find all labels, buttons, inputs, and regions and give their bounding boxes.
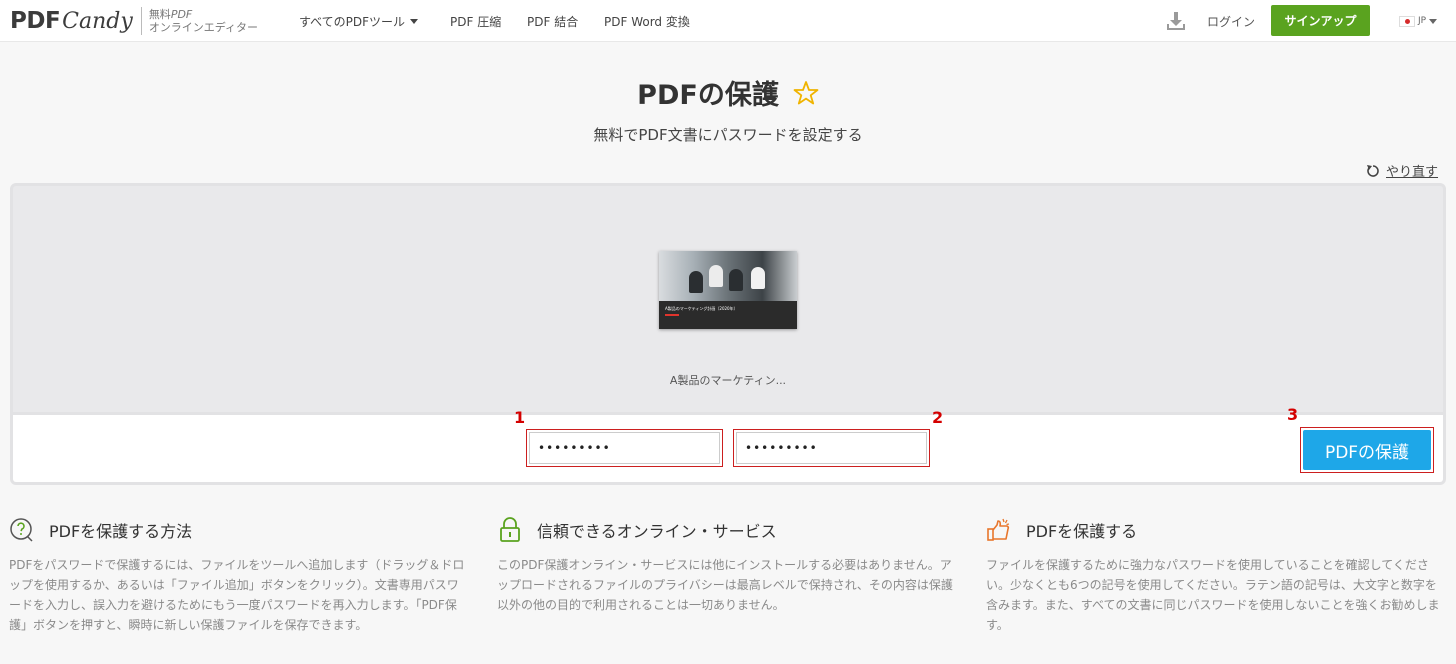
- pdfcandy-logo[interactable]: PDF Candy 無料PDF オンラインエディター: [10, 4, 258, 38]
- page-title: PDFの保護: [637, 80, 779, 111]
- question-bubble-icon: [10, 518, 33, 542]
- info-protect-pdf: PDFを保護する ファイルを保護するために強力なパスワードを使用していることを確…: [986, 514, 1446, 635]
- file-workspace: A製品のマーケティング計画（2020年） A製品のマーケティン... •••••…: [10, 183, 1446, 485]
- password-confirm-input[interactable]: •••••••••: [736, 432, 927, 464]
- thumbnail-accent-bar: [665, 314, 679, 316]
- caret-down-icon: [410, 18, 419, 24]
- page-title-row: PDFの保護: [0, 73, 1456, 112]
- password-field-highlight: •••••••••: [526, 429, 723, 467]
- info-title: 信頼できるオンライン・サービス: [537, 522, 777, 541]
- logo-tagline-free: 無料: [148, 8, 171, 21]
- step-marker-2: 2: [932, 408, 944, 427]
- step-marker-3: 3: [1287, 405, 1299, 424]
- password-panel: ••••••••• ••••••••• PDFの保護: [13, 412, 1443, 482]
- star-icon[interactable]: [793, 80, 819, 106]
- step-marker-1: 1: [514, 408, 526, 427]
- thumbnail-photo: [659, 251, 797, 301]
- redo-link[interactable]: やり直す: [1366, 161, 1438, 180]
- info-header: 信頼できるオンライン・サービス: [497, 514, 957, 546]
- thumbs-up-icon: [987, 518, 1010, 541]
- thumbnail-figure: [729, 269, 743, 291]
- language-code: JP: [1418, 16, 1427, 26]
- info-header: PDFを保護する: [986, 514, 1446, 546]
- info-trusted-service: 信頼できるオンライン・サービス このPDF保護オンライン・サービスには他にインス…: [497, 514, 957, 615]
- info-title: PDFを保護する: [1026, 522, 1138, 541]
- logo-divider: [140, 7, 142, 35]
- file-name: A製品のマーケティン...: [669, 374, 787, 387]
- logo-tagline: 無料PDF オンラインエディター: [149, 8, 258, 34]
- top-navigation-bar: PDF Candy 無料PDF オンラインエディター すべてのPDFツール PD…: [0, 0, 1456, 42]
- nav-all-pdf-tools[interactable]: すべてのPDFツール: [299, 0, 419, 42]
- info-body: ファイルを保護するために強力なパスワードを使用していることを確認してください。少…: [986, 558, 1440, 632]
- login-link[interactable]: ログイン: [1207, 0, 1255, 42]
- thumbnail-figure: [689, 271, 703, 293]
- language-selector[interactable]: JP: [1399, 0, 1438, 42]
- thumbnail-figure: [709, 265, 723, 287]
- logo-tagline-editor: オンラインエディター: [148, 21, 259, 34]
- password-confirm-field-highlight: •••••••••: [733, 429, 930, 467]
- logo-tagline-pdf: PDF: [170, 8, 193, 21]
- pdf-thumbnail[interactable]: A製品のマーケティング計画（2020年）: [659, 251, 797, 329]
- japan-flag-icon: [1399, 15, 1415, 27]
- protect-pdf-button[interactable]: PDFの保護: [1303, 430, 1431, 470]
- info-title: PDFを保護する方法: [49, 522, 193, 541]
- info-body: このPDF保護オンライン・サービスには他にインストールする必要はありません。アッ…: [497, 558, 953, 612]
- lock-icon: [500, 517, 520, 542]
- caret-down-icon: [1429, 18, 1438, 24]
- thumbnail-figure: [751, 267, 765, 289]
- info-how-to-protect: PDFを保護する方法 PDFをパスワードで保護するには、ファイルをツールへ追加し…: [9, 514, 469, 635]
- page-subtitle: 無料でPDF文書にパスワードを設定する: [593, 126, 863, 144]
- download-icon[interactable]: [1167, 11, 1185, 31]
- protect-button-highlight: PDFの保護: [1300, 427, 1434, 473]
- logo-candy-text: Candy: [62, 8, 133, 34]
- nav-pdf-to-word[interactable]: PDF Word 変換: [604, 0, 690, 42]
- logo-pdf-text: PDF: [10, 8, 61, 34]
- redo-icon: [1367, 164, 1379, 177]
- password-input[interactable]: •••••••••: [529, 432, 720, 464]
- nav-all-pdf-tools-label: すべてのPDFツール: [299, 14, 406, 29]
- redo-label: やり直す: [1386, 165, 1439, 180]
- nav-pdf-compress[interactable]: PDF 圧縮: [450, 0, 501, 42]
- nav-pdf-merge[interactable]: PDF 結合: [527, 0, 578, 42]
- signup-button[interactable]: サインアップ: [1271, 5, 1370, 36]
- thumbnail-caption: A製品のマーケティング計画（2020年）: [665, 306, 738, 311]
- info-body: PDFをパスワードで保護するには、ファイルをツールへ追加します（ドラッグ＆ドロッ…: [9, 558, 465, 632]
- info-header: PDFを保護する方法: [9, 514, 469, 546]
